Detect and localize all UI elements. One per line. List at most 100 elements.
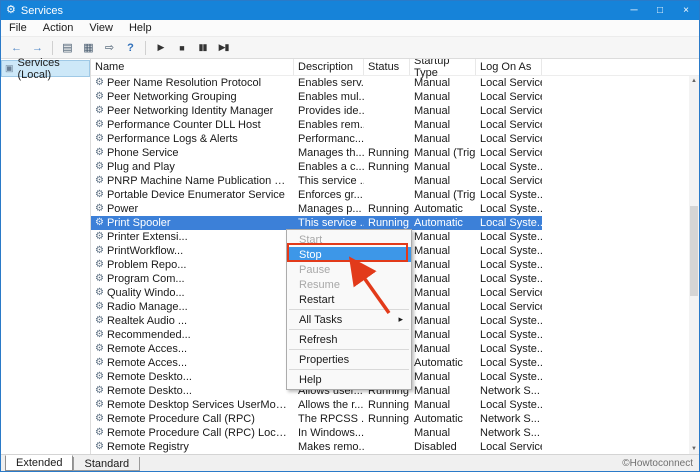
- context-menu-item-refresh[interactable]: Refresh: [287, 332, 411, 347]
- back-icon[interactable]: ←: [7, 39, 26, 57]
- service-name-cell: ⚙Remote Deskto...: [91, 370, 294, 384]
- table-row[interactable]: ⚙Plug and PlayEnables a c...RunningManua…: [91, 160, 542, 174]
- service-status-cell: Running: [364, 412, 410, 426]
- table-row[interactable]: ⚙Peer Networking GroupingEnables mul...M…: [91, 90, 542, 104]
- show-console-tree-icon[interactable]: ▤: [58, 39, 77, 57]
- service-name-cell: ⚙Print Spooler: [91, 216, 294, 230]
- pause-service-icon[interactable]: ▮▮: [193, 39, 212, 57]
- service-startup-type-cell: Automatic: [410, 202, 476, 216]
- service-gear-icon: ⚙: [95, 106, 104, 116]
- column-header-startup-type[interactable]: Startup Type: [410, 59, 476, 75]
- service-gear-icon: ⚙: [95, 204, 104, 214]
- service-gear-icon: ⚙: [95, 288, 104, 298]
- toolbar-separator: [145, 41, 146, 55]
- service-name-cell: ⚙Peer Name Resolution Protocol: [91, 76, 294, 90]
- scroll-down-icon[interactable]: ▼: [691, 444, 697, 454]
- service-name-cell: ⚙Peer Networking Identity Manager: [91, 104, 294, 118]
- service-gear-icon: ⚙: [95, 442, 104, 452]
- start-service-icon[interactable]: ▶: [151, 39, 170, 57]
- service-name: Radio Manage...: [107, 301, 188, 313]
- vertical-scrollbar[interactable]: ▲ ▼: [689, 76, 699, 454]
- service-startup-type-cell: Manual: [410, 258, 476, 272]
- menu-help[interactable]: Help: [121, 22, 160, 34]
- column-header-log-on-as[interactable]: Log On As: [476, 59, 542, 75]
- maximize-button[interactable]: □: [647, 1, 673, 20]
- tab-standard[interactable]: Standard: [73, 457, 140, 471]
- scrollbar-track[interactable]: [689, 86, 699, 444]
- service-gear-icon: ⚙: [95, 92, 104, 102]
- service-description-cell: Performanc...: [294, 132, 364, 146]
- service-startup-type-cell: Manual: [410, 244, 476, 258]
- column-header-status[interactable]: Status: [364, 59, 410, 75]
- stop-service-icon[interactable]: ■: [172, 39, 191, 57]
- service-name: Portable Device Enumerator Service: [107, 189, 285, 201]
- service-name-cell: ⚙Remote Registry: [91, 440, 294, 454]
- context-menu-item-help[interactable]: Help: [287, 372, 411, 387]
- scroll-up-icon[interactable]: ▲: [691, 76, 697, 86]
- service-startup-type-cell: Manual: [410, 384, 476, 398]
- console-node-icon: ▣: [5, 63, 14, 74]
- help-icon[interactable]: ?: [121, 39, 140, 57]
- service-name-cell: ⚙Remote Deskto...: [91, 384, 294, 398]
- service-logon-cell: Local Service: [476, 440, 542, 454]
- export-list-icon[interactable]: ⇨: [100, 39, 119, 57]
- sidebar-item-services-local[interactable]: ▣ Services (Local): [1, 60, 90, 77]
- table-row[interactable]: ⚙Peer Networking Identity ManagerProvide…: [91, 104, 542, 118]
- service-name: Phone Service: [107, 147, 179, 159]
- context-menu-item-properties[interactable]: Properties: [287, 352, 411, 367]
- minimize-button[interactable]: ─: [621, 1, 647, 20]
- service-name-cell: ⚙Remote Desktop Services UserMode Port R…: [91, 398, 294, 412]
- service-name: Peer Name Resolution Protocol: [107, 77, 261, 89]
- service-description-cell: This service ...: [294, 174, 364, 188]
- service-startup-type-cell: Manual: [410, 286, 476, 300]
- service-gear-icon: ⚙: [95, 400, 104, 410]
- table-row[interactable]: ⚙Remote Procedure Call (RPC)The RPCSS ..…: [91, 412, 542, 426]
- service-logon-cell: Local Service: [476, 146, 542, 160]
- context-menu-separator: [289, 369, 409, 370]
- table-row[interactable]: ⚙Peer Name Resolution ProtocolEnables se…: [91, 76, 542, 90]
- context-menu: StartStopPauseResumeRestartAll Tasks▸Ref…: [286, 229, 412, 390]
- menu-action[interactable]: Action: [35, 22, 82, 34]
- column-header-name[interactable]: Name: [91, 59, 294, 75]
- menu-file[interactable]: File: [1, 22, 35, 34]
- table-row[interactable]: ⚙PNRP Machine Name Publication ServiceTh…: [91, 174, 542, 188]
- restart-service-icon[interactable]: ▶▮: [214, 39, 233, 57]
- service-logon-cell: Local Syste...: [476, 160, 542, 174]
- service-name: PrintWorkflow...: [107, 245, 183, 257]
- context-menu-item-label: Help: [299, 374, 322, 386]
- service-status-cell: [364, 132, 410, 146]
- table-row[interactable]: ⚙Phone ServiceManages th...RunningManual…: [91, 146, 542, 160]
- context-menu-item-pause: Pause: [287, 262, 411, 277]
- service-logon-cell: Local Syste...: [476, 314, 542, 328]
- forward-icon[interactable]: →: [28, 39, 47, 57]
- service-startup-type-cell: Manual: [410, 328, 476, 342]
- context-menu-item-restart[interactable]: Restart: [287, 292, 411, 307]
- close-button[interactable]: ×: [673, 1, 699, 20]
- properties-icon[interactable]: ▦: [79, 39, 98, 57]
- table-row[interactable]: ⚙PowerManages p...RunningAutomaticLocal …: [91, 202, 542, 216]
- scrollbar-thumb[interactable]: [690, 206, 698, 296]
- service-logon-cell: Local Syste...: [476, 230, 542, 244]
- tab-extended[interactable]: Extended: [5, 455, 73, 471]
- column-header-description[interactable]: Description: [294, 59, 364, 75]
- table-row[interactable]: ⚙Remote RegistryMakes remo...DisabledLoc…: [91, 440, 542, 454]
- service-gear-icon: ⚙: [95, 316, 104, 326]
- context-menu-item-stop[interactable]: Stop: [287, 247, 411, 262]
- context-menu-item-all-tasks[interactable]: All Tasks▸: [287, 312, 411, 327]
- service-logon-cell: Local Service: [476, 118, 542, 132]
- table-row[interactable]: ⚙Remote Procedure Call (RPC) LocatorIn W…: [91, 426, 542, 440]
- service-gear-icon: ⚙: [95, 358, 104, 368]
- menu-view[interactable]: View: [81, 22, 121, 34]
- table-row[interactable]: ⚙Print SpoolerThis service ...RunningAut…: [91, 216, 542, 230]
- service-gear-icon: ⚙: [95, 78, 104, 88]
- context-menu-item-label: Pause: [299, 264, 330, 276]
- table-row[interactable]: ⚙Portable Device Enumerator ServiceEnfor…: [91, 188, 542, 202]
- service-logon-cell: Local Syste...: [476, 370, 542, 384]
- table-row[interactable]: ⚙Performance Counter DLL HostEnables rem…: [91, 118, 542, 132]
- service-startup-type-cell: Manual: [410, 230, 476, 244]
- service-logon-cell: Network S...: [476, 412, 542, 426]
- service-name: Print Spooler: [107, 217, 171, 229]
- table-row[interactable]: ⚙Remote Desktop Services UserMode Port R…: [91, 398, 542, 412]
- table-row[interactable]: ⚙Performance Logs & AlertsPerformanc...M…: [91, 132, 542, 146]
- service-description-cell: Provides ide...: [294, 104, 364, 118]
